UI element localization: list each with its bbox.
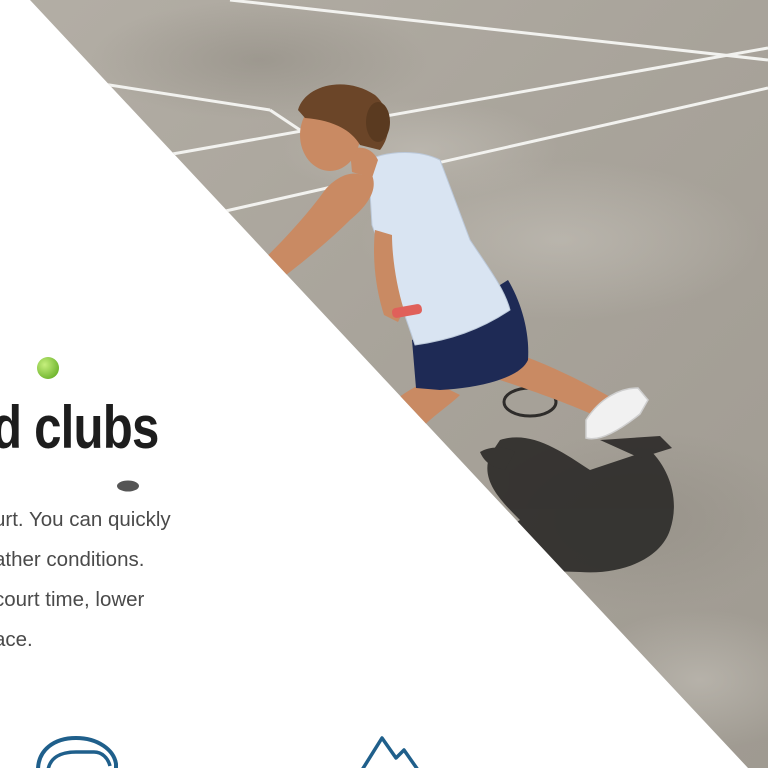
section-headline: d clubs [0,394,159,461]
page: d clubs urt. You can quickly ather condi… [0,0,768,768]
body-copy-line: court time, lower [0,588,145,611]
section-body-copy: urt. You can quickly ather conditions. c… [0,500,234,660]
tennis-ball-icon [37,357,59,379]
chat-bubble-icon [36,735,118,768]
body-copy-line: urt. You can quickly [0,508,171,531]
mountain-icon [361,736,419,768]
body-copy-line: ather conditions. [0,548,145,571]
ball-shadow [117,480,139,492]
body-copy-line: ace. [0,628,33,651]
